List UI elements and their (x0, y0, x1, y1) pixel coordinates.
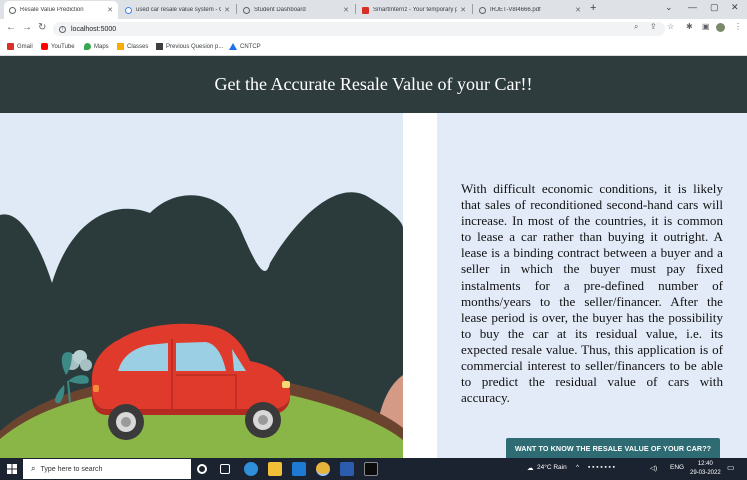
gmail-icon (7, 43, 14, 50)
tab-title: Student Dashboard (254, 7, 306, 13)
globe-icon (479, 6, 486, 14)
taskbar: ⌕ Type here to search ☁ 24°C Rain ^ ▪ ▪ … (0, 458, 747, 480)
header-banner: Get the Accurate Resale Value of your Ca… (0, 56, 747, 113)
globe-icon (243, 6, 250, 14)
maximize-icon[interactable]: ▢ (710, 2, 719, 13)
close-tab-icon[interactable]: ✕ (343, 6, 349, 14)
bookmark-gmail[interactable]: Gmail (7, 43, 33, 50)
bookmarks-bar: Gmail YouTube Maps Classes Previous Ques… (0, 39, 747, 56)
tab-strip: Resale Value Prediction ✕ used car resal… (0, 0, 747, 19)
description-text: With difficult economic conditions, it i… (461, 181, 723, 406)
bookmark-label: Gmail (17, 43, 33, 50)
weather-icon[interactable]: ☁ (527, 464, 534, 472)
file-explorer-icon[interactable] (268, 462, 282, 476)
tab-title: Resale Value Prediction (20, 7, 84, 13)
bookmark-classes[interactable]: Classes (117, 43, 148, 50)
tab-resale-value-prediction[interactable]: Resale Value Prediction ✕ (4, 1, 118, 19)
task-view-icon[interactable] (220, 464, 230, 474)
taskbar-search-input[interactable]: ⌕ Type here to search (23, 459, 191, 479)
tray-chevron-icon[interactable]: ^ (576, 464, 579, 471)
bookmark-label: YouTube (51, 43, 75, 50)
tab-search-icon[interactable]: ⌄ (665, 2, 673, 13)
language-indicator[interactable]: ENG (670, 464, 684, 471)
youtube-icon (41, 43, 48, 50)
car-on-hill-illustration (0, 192, 403, 458)
edge-icon[interactable] (244, 462, 258, 476)
drive-icon (229, 43, 237, 50)
document-icon (156, 43, 163, 50)
tab-smartinternz[interactable]: SmartInternz - Your temporary p ✕ (357, 1, 471, 19)
system-clock[interactable]: 12:40 29-03-2022 (690, 460, 721, 478)
bookmark-previous-question[interactable]: Previous Quesion p... (156, 43, 223, 50)
share-icon[interactable]: ⇪ (650, 22, 657, 31)
close-tab-icon[interactable]: ✕ (575, 6, 581, 14)
close-tab-icon[interactable]: ✕ (460, 6, 466, 14)
tab-title: SmartInternz - Your temporary p (373, 7, 458, 13)
menu-icon[interactable]: ⋮ (734, 22, 742, 31)
tab-divider (472, 4, 473, 14)
address-bar[interactable]: i localhost:5000 (53, 22, 665, 36)
search-placeholder: Type here to search (40, 465, 103, 473)
close-tab-icon[interactable]: ✕ (107, 6, 113, 14)
bookmark-label: CNTCP (240, 43, 261, 50)
page-title: Get the Accurate Resale Value of your Ca… (214, 74, 533, 94)
web-page: Get the Accurate Resale Value of your Ca… (0, 56, 747, 458)
globe-icon (9, 6, 16, 14)
bookmark-maps[interactable]: Maps (84, 43, 109, 50)
clock-time: 12:40 (697, 461, 713, 467)
mail-icon[interactable] (292, 462, 306, 476)
clock-date: 29-03-2022 (690, 470, 721, 476)
back-icon[interactable]: ← (6, 22, 16, 33)
search-icon: ⌕ (31, 464, 36, 473)
google-icon (125, 6, 132, 14)
tray-app-icons[interactable]: ▪ ▪ ▪ ▪ ▪ ▪ ▪ (588, 464, 615, 471)
close-tab-icon[interactable]: ✕ (224, 6, 230, 14)
bookmark-star-icon[interactable]: ☆ (667, 22, 674, 31)
reload-icon[interactable]: ↻ (38, 22, 46, 33)
description-panel: With difficult economic conditions, it i… (437, 113, 747, 458)
tab-google-search[interactable]: used car resale value system - G ✕ (120, 1, 235, 19)
classes-icon (117, 43, 124, 50)
sidebar-icon[interactable]: ▣ (702, 22, 710, 31)
close-window-icon[interactable]: ✕ (731, 2, 739, 13)
car-illustration (0, 113, 403, 458)
tab-irjet-pdf[interactable]: IRJET-V8I4666.pdf ✕ (474, 1, 586, 19)
word-icon[interactable] (340, 462, 354, 476)
chrome-icon[interactable] (316, 462, 330, 476)
windows-start-icon[interactable] (7, 464, 17, 474)
weather-text[interactable]: 24°C Rain (537, 464, 567, 471)
forward-icon[interactable]: → (22, 22, 32, 33)
tab-divider (236, 4, 237, 14)
tab-title: used car resale value system - G (136, 7, 222, 13)
terminal-icon[interactable] (364, 462, 378, 476)
extensions-icon[interactable]: ✱ (686, 22, 693, 31)
profile-avatar[interactable] (716, 23, 725, 32)
resale-value-cta-button[interactable]: WANT TO KNOW THE RESALE VALUE OF YOUR CA… (506, 438, 720, 458)
bookmark-label: Maps (94, 43, 109, 50)
browser-toolbar: ← → ↻ i localhost:5000 ⌕ ⇪ ☆ ✱ ▣ ⋮ (0, 19, 747, 39)
tab-student-dashboard[interactable]: Student Dashboard ✕ (238, 1, 354, 19)
maps-icon (84, 43, 91, 50)
notifications-icon[interactable]: ▭ (727, 463, 735, 472)
volume-icon[interactable]: ◁) (650, 464, 657, 472)
bookmark-label: Previous Quesion p... (166, 43, 224, 50)
minimize-icon[interactable]: — (688, 2, 697, 12)
site-info-icon[interactable]: i (59, 25, 66, 33)
tab-title: IRJET-V8I4666.pdf (490, 7, 541, 13)
address-text: localhost:5000 (71, 25, 117, 33)
bookmark-youtube[interactable]: YouTube (41, 43, 75, 50)
bookmark-cntcp[interactable]: CNTCP (229, 43, 261, 50)
gmail-icon (362, 6, 369, 14)
zoom-icon[interactable]: ⌕ (634, 22, 638, 32)
bookmark-label: Classes (127, 43, 149, 50)
cortana-icon[interactable] (197, 464, 207, 474)
new-tab-button[interactable]: + (590, 2, 596, 14)
tab-divider (355, 4, 356, 14)
